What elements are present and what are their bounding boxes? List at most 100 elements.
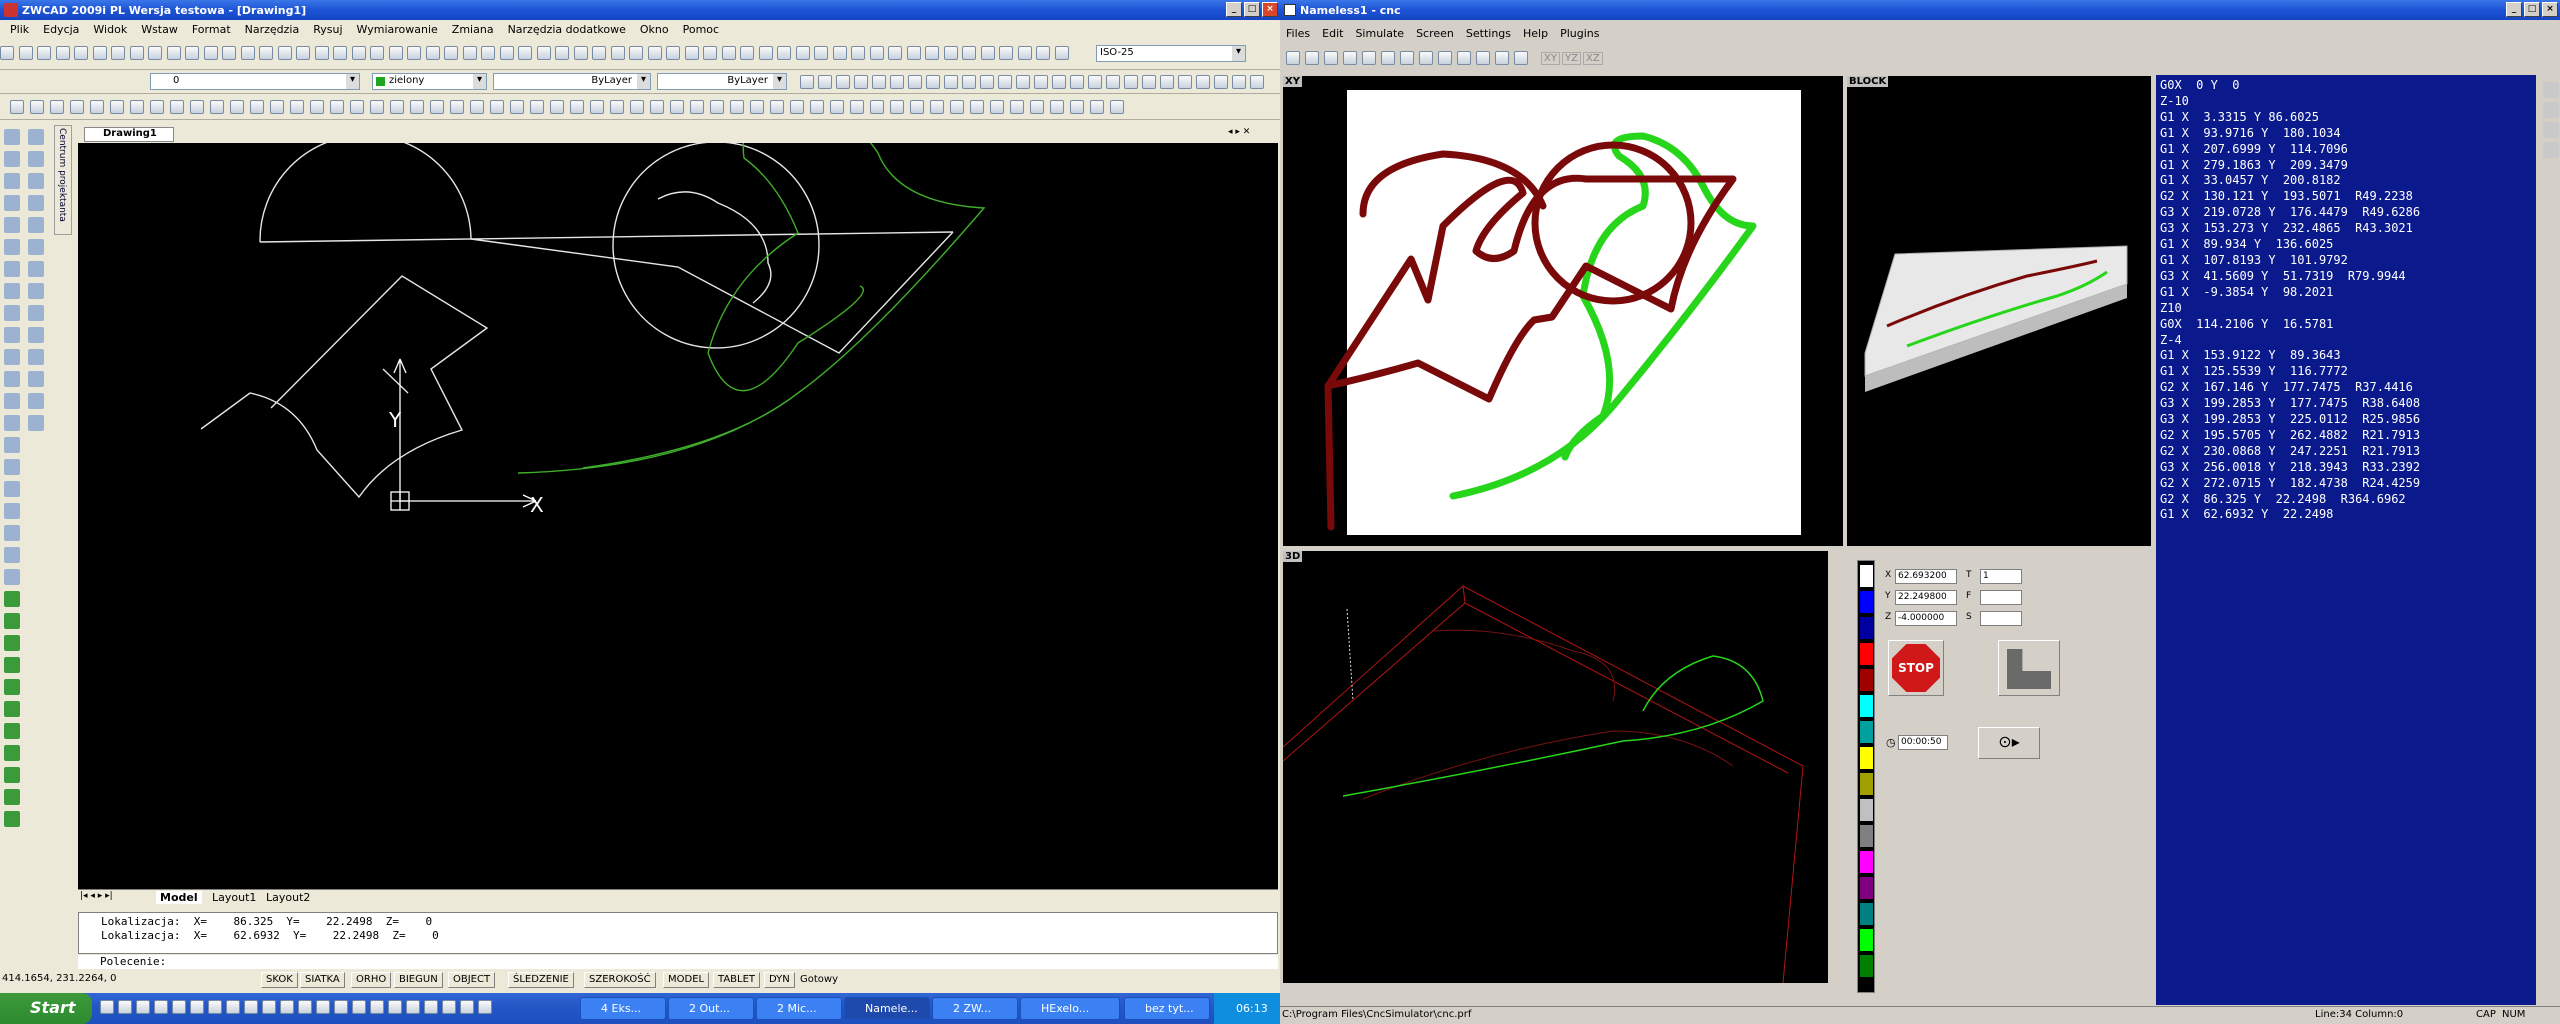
standard-tool-button[interactable] — [481, 46, 495, 60]
menu-wstaw[interactable]: Wstaw — [141, 23, 178, 36]
draw-tool-button[interactable] — [4, 503, 20, 519]
menu-wymiarowanie[interactable]: Wymiarowanie — [357, 23, 438, 36]
draw-tool-button[interactable] — [4, 547, 20, 563]
color-swatch[interactable] — [1860, 877, 1873, 899]
color-swatch[interactable] — [1860, 643, 1873, 665]
cnc-tool-button[interactable] — [1362, 51, 1376, 65]
modify-tool-button[interactable] — [690, 100, 704, 114]
standard-tool-button[interactable] — [555, 46, 569, 60]
color-swatch[interactable] — [1860, 955, 1873, 977]
draw-tool-button[interactable] — [4, 591, 20, 607]
standard-tool-button[interactable] — [1036, 46, 1050, 60]
draw-tool-button[interactable] — [4, 481, 20, 497]
draw-tool-button[interactable] — [28, 129, 44, 145]
quicklaunch-tool-button[interactable] — [100, 1000, 114, 1014]
modify-tool-button[interactable] — [750, 100, 764, 114]
task-7[interactable]: bez tyt... — [1124, 997, 1210, 1020]
color-swatch[interactable] — [1860, 799, 1873, 821]
modify-tool-button[interactable] — [530, 100, 544, 114]
standard-tool-button[interactable] — [740, 46, 754, 60]
color-swatch[interactable] — [1860, 773, 1873, 795]
menu-narzedzia-dodatkowe[interactable]: Narzędzia dodatkowe — [508, 23, 626, 36]
side-tool-2[interactable] — [2543, 102, 2559, 118]
modify-tool-button[interactable] — [110, 100, 124, 114]
quicklaunch-tool-button[interactable] — [316, 1000, 330, 1014]
snap-tool-button[interactable] — [1178, 75, 1192, 89]
standard-tool-button[interactable] — [240, 46, 255, 60]
task-1[interactable]: 4 Eks... — [580, 997, 666, 1020]
drawing-tab[interactable]: Drawing1 — [84, 127, 174, 142]
standard-tool-button[interactable] — [536, 46, 551, 60]
tab-layout2[interactable]: Layout2 — [262, 891, 314, 904]
standard-tool-button[interactable] — [444, 46, 458, 60]
modify-tool-button[interactable] — [1090, 100, 1104, 114]
color-combo[interactable]: zielony — [372, 73, 487, 90]
quicklaunch-tool-button[interactable] — [352, 1000, 366, 1014]
cnc-minimize-button[interactable]: _ — [2506, 2, 2522, 17]
modify-tool-button[interactable] — [950, 100, 964, 114]
draw-tool-button[interactable] — [28, 305, 44, 321]
modify-tool-button[interactable] — [1010, 100, 1024, 114]
draw-tool-button[interactable] — [4, 283, 20, 299]
color-swatch[interactable] — [1860, 565, 1873, 587]
draw-tool-button[interactable] — [4, 261, 20, 277]
menu-plik[interactable]: Plik — [10, 23, 29, 36]
snap-tool-button[interactable] — [1070, 75, 1084, 89]
menu-pomoc[interactable]: Pomoc — [683, 23, 719, 36]
tab-layout1[interactable]: Layout1 — [208, 891, 260, 904]
modify-tool-button[interactable] — [290, 100, 304, 114]
modify-tool-button[interactable] — [230, 100, 244, 114]
cnc-titlebar[interactable]: Nameless1 - cnc — [1280, 0, 2560, 20]
draw-tool-button[interactable] — [28, 173, 44, 189]
cnc-maximize-button[interactable]: □ — [2524, 2, 2540, 17]
quicklaunch-tool-button[interactable] — [334, 1000, 348, 1014]
task-4[interactable]: Namele... — [844, 997, 930, 1020]
layout-nav-arrows[interactable]: |◂ ◂ ▸ ▸| — [80, 891, 113, 901]
cnc-menu-screen[interactable]: Screen — [1416, 27, 1454, 40]
standard-tool-button[interactable] — [333, 46, 347, 60]
standard-tool-button[interactable] — [758, 46, 773, 60]
standard-tool-button[interactable] — [721, 46, 736, 60]
modify-tool-button[interactable] — [1070, 100, 1084, 114]
stop-button[interactable]: STOP — [1888, 640, 1944, 696]
3d-view-panel[interactable]: 3D — [1282, 551, 1843, 984]
quicklaunch-tool-button[interactable] — [262, 1000, 276, 1014]
cnc-menu-simulate[interactable]: Simulate — [1355, 27, 1404, 40]
standard-tool-button[interactable] — [222, 46, 236, 60]
standard-tool-button[interactable] — [351, 46, 366, 60]
cnc-tool-button[interactable] — [1305, 51, 1319, 65]
modify-tool-button[interactable] — [50, 100, 64, 114]
standard-tool-button[interactable] — [925, 46, 939, 60]
side-tool-4[interactable] — [2543, 142, 2559, 158]
color-swatch[interactable] — [1860, 721, 1873, 743]
snap-tool-button[interactable] — [1052, 75, 1066, 89]
side-tool-1[interactable] — [2543, 82, 2559, 98]
draw-tool-button[interactable] — [4, 371, 20, 387]
status-sledzenie[interactable]: ŚLEDZENIE — [508, 972, 574, 988]
view-xy-button[interactable]: XY — [1541, 52, 1560, 65]
task-3[interactable]: 2 Mic... — [756, 997, 842, 1020]
standard-tool-button[interactable] — [92, 46, 107, 60]
cnc-tool-button[interactable] — [1438, 51, 1452, 65]
snap-tool-button[interactable] — [1016, 75, 1030, 89]
standard-tool-button[interactable] — [703, 46, 717, 60]
menu-rysuj[interactable]: Rysuj — [313, 23, 342, 36]
standard-tool-button[interactable] — [111, 46, 125, 60]
standard-tool-button[interactable] — [610, 46, 625, 60]
modify-tool-button[interactable] — [370, 100, 384, 114]
modify-tool-button[interactable] — [310, 100, 324, 114]
3d-scrollbar[interactable] — [1828, 551, 1843, 983]
status-object[interactable]: OBJECT — [448, 972, 496, 988]
modify-tool-button[interactable] — [170, 100, 184, 114]
standard-tool-button[interactable] — [499, 46, 514, 60]
cnc-tool-button[interactable] — [1324, 51, 1338, 65]
modify-tool-button[interactable] — [410, 100, 424, 114]
status-model[interactable]: MODEL — [663, 972, 710, 988]
snap-tool-button[interactable] — [926, 75, 940, 89]
draw-tool-button[interactable] — [28, 371, 44, 387]
cnc-close-button[interactable]: × — [2542, 2, 2558, 17]
quicklaunch-tool-button[interactable] — [460, 1000, 474, 1014]
standard-tool-button[interactable] — [1054, 46, 1069, 60]
draw-tool-button[interactable] — [28, 217, 44, 233]
modify-tool-button[interactable] — [270, 100, 284, 114]
